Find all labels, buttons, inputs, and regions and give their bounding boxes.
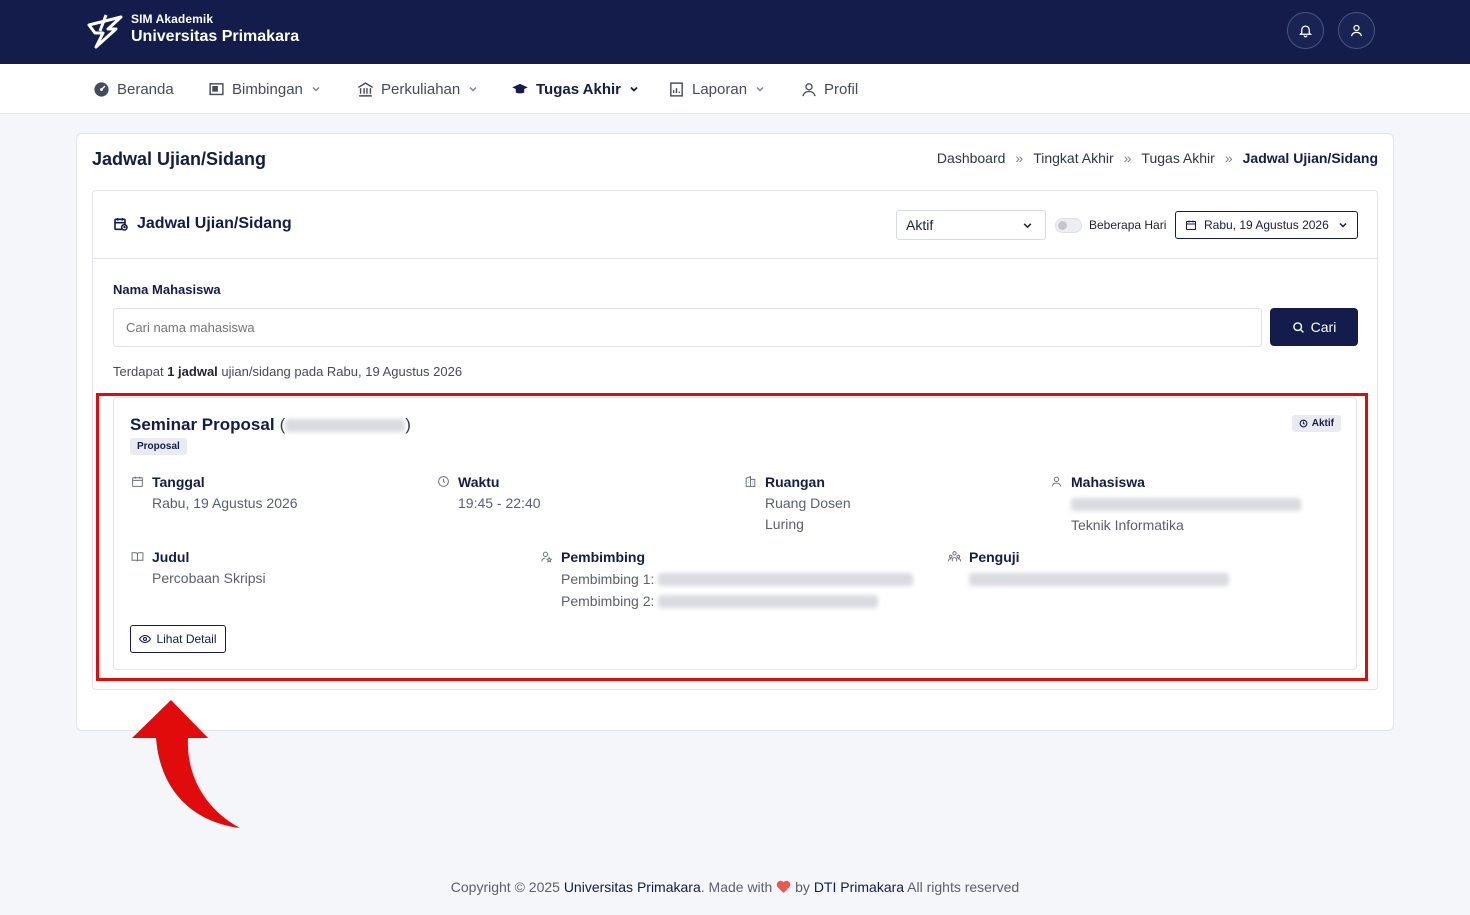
- user-icon: [802, 82, 816, 96]
- footer-org: Universitas Primakara: [563, 879, 701, 895]
- status-select[interactable]: Aktif: [896, 210, 1046, 240]
- breadcrumb-dashboard[interactable]: Dashboard: [937, 150, 1006, 166]
- calendar-clock-icon: [114, 218, 128, 231]
- breadcrumb-tugas-akhir[interactable]: Tugas Akhir: [1141, 150, 1214, 166]
- bell-icon: [1298, 25, 1313, 38]
- nav-item-bimbingan[interactable]: Bimbingan: [208, 64, 321, 114]
- chevron-down-icon: [1339, 222, 1347, 228]
- summary-suffix: ujian/sidang pada Rabu, 19 Agustus 2026: [217, 364, 463, 379]
- footer-by: by: [791, 879, 814, 895]
- dashboard-icon: [94, 81, 109, 97]
- nav-item-beranda[interactable]: Beranda: [93, 64, 174, 114]
- footer: Copyright © 2025 Universitas Primakara. …: [0, 879, 1470, 895]
- schedule-card-title-text: Jadwal Ujian/Sidang: [137, 215, 292, 232]
- footer-team: DTI Primakara: [813, 879, 905, 895]
- heart-icon: [776, 880, 791, 893]
- highlight-frame: [96, 393, 1368, 681]
- annotation-arrow-icon: [132, 700, 240, 828]
- search-icon: [1292, 321, 1304, 333]
- brand-title: Universitas Primakara: [131, 28, 300, 45]
- summary-prefix: Terdapat: [113, 364, 168, 379]
- schedule-card-title: Jadwal Ujian/Sidang: [113, 215, 292, 233]
- account-button[interactable]: [1338, 12, 1375, 49]
- nav-item-perkuliahan[interactable]: Perkuliahan: [357, 64, 478, 114]
- main-nav: Beranda Bimbingan Perkuliahan Tugas Akhi…: [0, 64, 1470, 114]
- notification-button[interactable]: [1287, 12, 1324, 49]
- status-select-value: Aktif: [906, 217, 934, 233]
- breadcrumb-current: Jadwal Ujian/Sidang: [1242, 150, 1378, 166]
- nav-item-laporan[interactable]: Laporan: [668, 64, 765, 114]
- brand-subtitle: SIM Akademik: [131, 12, 214, 26]
- summary-count: 1 jadwal: [167, 364, 218, 379]
- nav-item-profil[interactable]: Profil: [801, 64, 858, 114]
- graduation-cap-icon: [512, 83, 528, 93]
- nav-label-laporan: Laporan: [692, 80, 748, 98]
- schedule-card-header: Jadwal Ujian/Sidang Aktif Beberapa Hari …: [93, 191, 1377, 259]
- search-button[interactable]: Cari: [1270, 308, 1358, 346]
- nav-label-beranda: Beranda: [117, 80, 174, 98]
- chevron-down-icon: [630, 86, 638, 92]
- nav-label-profil: Profil: [824, 80, 859, 98]
- presentation-icon: [209, 82, 224, 95]
- breadcrumb: Dashboard » Tingkat Akhir » Tugas Akhir …: [937, 150, 1378, 166]
- institution-icon: [358, 81, 373, 97]
- user-icon: [1350, 24, 1363, 37]
- breadcrumb-tingkat-akhir[interactable]: Tingkat Akhir: [1033, 150, 1113, 166]
- nav-item-tugas-akhir[interactable]: Tugas Akhir: [511, 64, 639, 114]
- breadcrumb-separator: »: [1224, 150, 1233, 166]
- multi-day-toggle[interactable]: [1055, 218, 1082, 233]
- search-button-label: Cari: [1310, 319, 1337, 335]
- toggle-knob: [1058, 221, 1067, 230]
- breadcrumb-separator: »: [1015, 150, 1024, 166]
- breadcrumb-separator: »: [1123, 150, 1132, 166]
- report-icon: [670, 81, 683, 97]
- chevron-down-icon: [756, 87, 764, 92]
- chevron-down-icon: [312, 87, 320, 92]
- student-search-input[interactable]: [113, 308, 1262, 347]
- chevron-down-icon: [469, 87, 477, 92]
- chevron-down-icon: [1023, 222, 1032, 228]
- date-picker-value: Rabu, 19 Agustus 2026: [1204, 218, 1329, 232]
- brand: SIM Akademik Universitas Primakara: [131, 12, 299, 46]
- nav-label-perkuliahan: Perkuliahan: [381, 80, 461, 98]
- result-summary: Terdapat 1 jadwal ujian/sidang pada Rabu…: [113, 364, 462, 379]
- nav-label-tugas-akhir: Tugas Akhir: [536, 80, 622, 98]
- student-name-label: Nama Mahasiswa: [113, 282, 221, 297]
- multi-day-toggle-label: Beberapa Hari: [1089, 218, 1167, 232]
- page-title: Jadwal Ujian/Sidang: [92, 149, 267, 169]
- footer-suffix: All rights reserved: [904, 879, 1020, 895]
- top-header: SIM Akademik Universitas Primakara: [0, 0, 1470, 64]
- nav-label-bimbingan: Bimbingan: [232, 80, 303, 98]
- date-picker-button[interactable]: Rabu, 19 Agustus 2026: [1175, 211, 1358, 239]
- logo-icon: [87, 14, 123, 49]
- footer-prefix: Copyright © 2025: [450, 879, 564, 895]
- calendar-icon: [1185, 220, 1197, 231]
- footer-mid: . Made with: [700, 879, 777, 895]
